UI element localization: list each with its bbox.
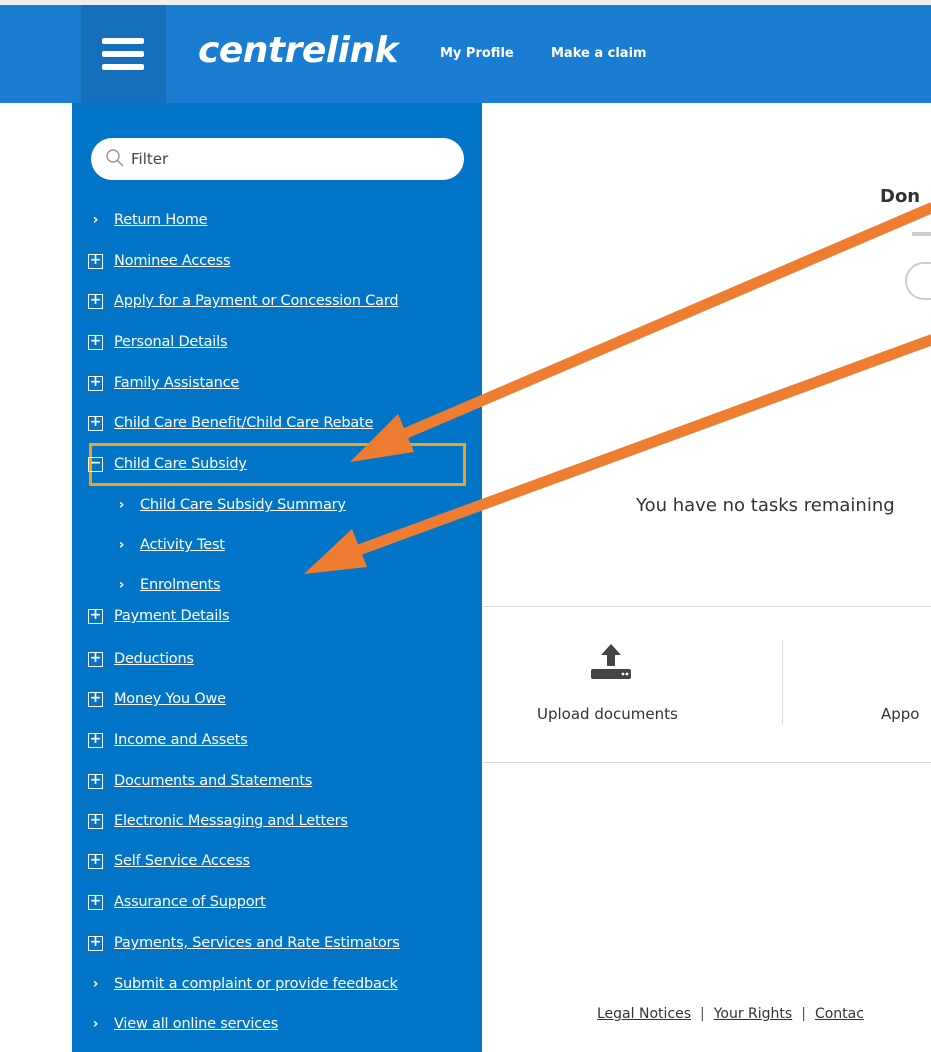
divider <box>483 762 931 763</box>
plus-icon: + <box>88 771 103 789</box>
sidebar-item-label: Return Home <box>114 212 208 228</box>
plus-icon: + <box>88 606 103 624</box>
chevron-right-icon: › <box>92 212 99 228</box>
plus-icon: + <box>88 811 103 829</box>
plus-icon: + <box>88 730 103 748</box>
plus-icon: + <box>88 332 103 350</box>
sidebar-item-label: Personal Details <box>114 334 228 350</box>
sidebar-item-label: Payment Details <box>114 608 230 624</box>
sidebar-item-label: Money You Owe <box>114 691 226 707</box>
minus-icon: − <box>88 454 103 472</box>
appointments-link[interactable]: Appo <box>881 705 919 723</box>
plus-icon: + <box>88 892 103 910</box>
footer-links: Legal Notices | Your Rights | Contac <box>597 1006 864 1022</box>
plus-icon: + <box>88 689 103 707</box>
sidebar-item-label: Child Care Benefit/Child Care Rebate <box>114 415 374 431</box>
sidebar-item-label: Child Care Subsidy <box>114 456 247 472</box>
menu-icon-bar <box>102 64 144 70</box>
sidebar-item-deductions[interactable]: + Deductions <box>88 647 194 671</box>
sidebar-item-payments-estimators[interactable]: + Payments, Services and Rate Estimators <box>88 931 400 955</box>
screen: centrelink My Profile Make a claim › Ret… <box>0 0 931 1052</box>
sidebar-item-child-care-subsidy[interactable]: − Child Care Subsidy <box>88 452 247 476</box>
sidebar-item-personal-details[interactable]: + Personal Details <box>88 330 228 354</box>
chevron-right-icon: › <box>92 976 99 992</box>
upload-documents-link[interactable]: Upload documents <box>537 705 678 723</box>
divider <box>483 606 931 607</box>
sidebar-item-enrolments[interactable]: › Enrolments <box>114 573 221 597</box>
sidebar-item-label: Self Service Access <box>114 853 250 869</box>
sidebar-item-label: Apply for a Payment or Concession Card <box>114 293 399 309</box>
sidebar-item-apply-for-payment[interactable]: + Apply for a Payment or Concession Card <box>88 289 399 313</box>
filter-box <box>91 138 464 180</box>
plus-icon: + <box>88 649 103 667</box>
sidebar-item-activity-test[interactable]: › Activity Test <box>114 533 225 557</box>
footer-separator: | <box>801 1006 806 1022</box>
menu-icon <box>102 38 144 44</box>
plus-icon: + <box>88 933 103 951</box>
footer-link-your-rights[interactable]: Your Rights <box>714 1006 793 1022</box>
top-header: centrelink My Profile Make a claim <box>0 0 931 103</box>
sidebar-item-self-service-access[interactable]: + Self Service Access <box>88 849 250 873</box>
sidebar-item-electronic-messaging[interactable]: + Electronic Messaging and Letters <box>88 809 348 833</box>
plus-icon: + <box>88 373 103 391</box>
sidebar-item-label: Income and Assets <box>114 732 248 748</box>
sidebar-item-return-home[interactable]: › Return Home <box>88 208 208 232</box>
sidebar-item-family-assistance[interactable]: + Family Assistance <box>88 371 239 395</box>
sidebar-item-submit-complaint[interactable]: › Submit a complaint or provide feedback <box>88 972 398 996</box>
sidebar-item-label: Enrolments <box>140 577 221 593</box>
search-icon <box>106 149 124 167</box>
sidebar-item-label: Submit a complaint or provide feedback <box>114 976 398 992</box>
sidebar-item-assurance-of-support[interactable]: + Assurance of Support <box>88 890 266 914</box>
centrelink-logo[interactable]: centrelink <box>198 30 399 71</box>
chevron-right-icon: › <box>118 537 125 553</box>
nav-make-a-claim[interactable]: Make a claim <box>551 46 647 61</box>
done-subtext <box>912 232 931 236</box>
sidebar-menu: › Return Home + Nominee Access + Apply f… <box>72 103 482 1052</box>
filter-input[interactable] <box>131 148 431 170</box>
plus-icon: + <box>88 251 103 269</box>
sidebar-item-label: Nominee Access <box>114 253 231 269</box>
tasks-message: You have no tasks remaining <box>636 495 895 516</box>
sidebar-item-label: View all online services <box>114 1016 279 1032</box>
plus-icon: + <box>88 291 103 309</box>
done-button[interactable] <box>905 262 931 300</box>
sidebar-item-child-care-benefit[interactable]: + Child Care Benefit/Child Care Rebate <box>88 411 373 435</box>
sidebar-item-label: Assurance of Support <box>114 894 266 910</box>
divider <box>782 640 783 724</box>
plus-icon: + <box>88 851 103 869</box>
sidebar-item-label: Child Care Subsidy Summary <box>140 497 346 513</box>
sidebar-item-label: Activity Test <box>140 537 225 553</box>
chevron-right-icon: › <box>92 1016 99 1032</box>
sidebar-item-label: Electronic Messaging and Letters <box>114 813 348 829</box>
chevron-right-icon: › <box>118 577 125 593</box>
nav-my-profile[interactable]: My Profile <box>440 46 514 61</box>
plus-icon: + <box>88 413 103 431</box>
upload-icon[interactable] <box>590 642 632 680</box>
footer-link-legal-notices[interactable]: Legal Notices <box>597 1006 691 1022</box>
sidebar-item-nominee-access[interactable]: + Nominee Access <box>88 249 231 273</box>
sidebar-item-label: Documents and Statements <box>114 773 313 789</box>
sidebar-item-documents-and-statements[interactable]: + Documents and Statements <box>88 769 312 793</box>
sidebar-item-payment-details[interactable]: + Payment Details <box>88 604 230 628</box>
sidebar-item-view-all-services[interactable]: › View all online services <box>88 1012 279 1036</box>
hamburger-menu-button[interactable] <box>81 5 166 103</box>
menu-icon-bar <box>102 51 144 57</box>
sidebar-item-label: Family Assistance <box>114 375 240 391</box>
footer-link-contact[interactable]: Contac <box>815 1006 864 1022</box>
footer-separator: | <box>700 1006 705 1022</box>
sidebar-item-label: Payments, Services and Rate Estimators <box>114 935 400 951</box>
chevron-right-icon: › <box>118 497 125 513</box>
sidebar-item-label: Deductions <box>114 651 194 667</box>
sidebar-item-child-care-subsidy-summary[interactable]: › Child Care Subsidy Summary <box>114 493 346 517</box>
sidebar-item-money-you-owe[interactable]: + Money You Owe <box>88 687 226 711</box>
done-heading: Don <box>880 186 921 207</box>
sidebar-item-income-and-assets[interactable]: + Income and Assets <box>88 728 248 752</box>
